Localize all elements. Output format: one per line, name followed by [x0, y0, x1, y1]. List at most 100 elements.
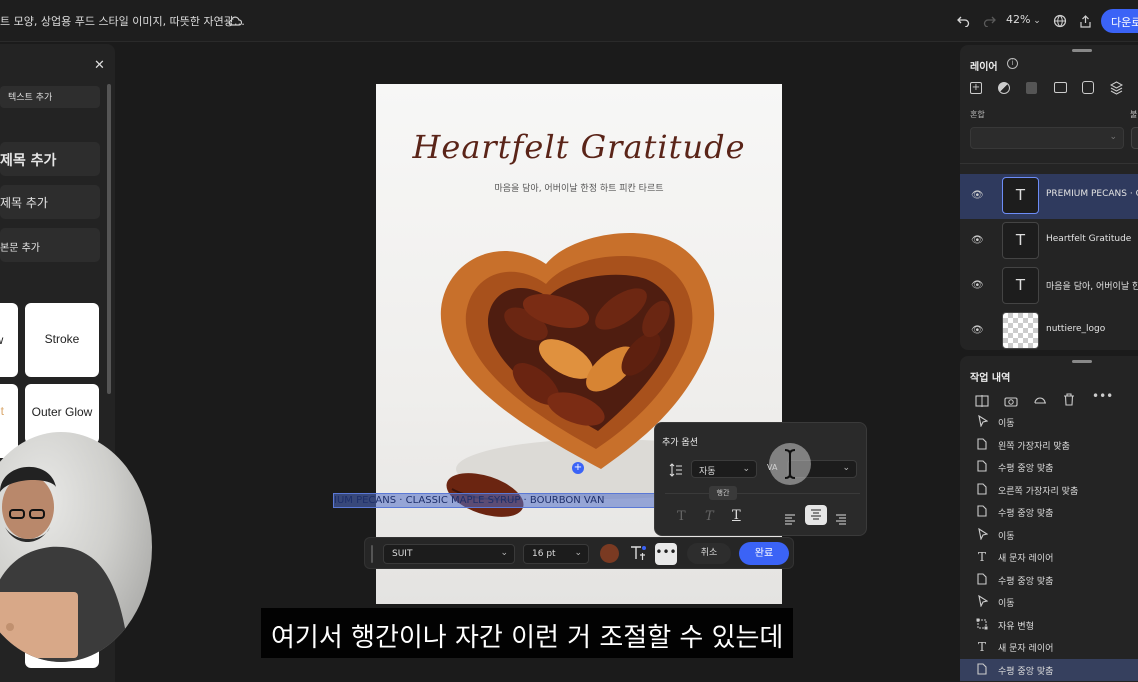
add-body-button[interactable]: 본문 추가: [0, 228, 100, 262]
layer-row[interactable]: 👁 T 마음을 담아, 어버이날 한: [960, 264, 1138, 309]
cloud-sync-icon[interactable]: [224, 10, 246, 32]
add-heading-button[interactable]: 제목 추가: [0, 142, 100, 176]
line-spacing-tooltip: 행간: [709, 486, 737, 500]
align-center-button[interactable]: [805, 505, 827, 525]
text-italic-icon[interactable]: T: [705, 509, 714, 524]
mask-icon[interactable]: [1054, 82, 1067, 93]
effect-tile-stroke[interactable]: Stroke: [25, 303, 99, 377]
layer-row[interactable]: 👁 nuttiere_logo: [960, 309, 1138, 354]
history-item-label: 이동: [998, 419, 1015, 429]
panel-grabber[interactable]: [1072, 360, 1092, 363]
document-title[interactable]: 트 모양, 상업용 푸드 스타일 이미지, 따뜻한 자연광…: [0, 13, 245, 29]
more-options-button[interactable]: •••: [655, 543, 677, 565]
line-spacing-select[interactable]: 자동 ⌄: [691, 460, 757, 478]
history-item[interactable]: 자유 변형: [960, 614, 1138, 636]
info-icon[interactable]: i: [1007, 58, 1018, 69]
history-item[interactable]: 이동: [960, 411, 1138, 433]
lock-icon[interactable]: [1026, 82, 1037, 94]
redo-icon[interactable]: [978, 10, 1000, 32]
revert-icon[interactable]: [1033, 392, 1047, 411]
history-item[interactable]: 수평 중앙 맞춤: [960, 501, 1138, 523]
text-style-icon[interactable]: [629, 544, 647, 562]
text-icon: T: [977, 550, 986, 564]
text-color-swatch[interactable]: [600, 544, 619, 563]
cursor-highlight: [769, 443, 811, 485]
layer-row[interactable]: 👁 T PREMIUM PECANS · CL: [960, 174, 1138, 219]
eye-icon[interactable]: 👁: [971, 190, 984, 201]
app-window: 트 모양, 상업용 푸드 스타일 이미지, 따뜻한 자연광… 42% ⌄ 다운로…: [0, 0, 1138, 682]
duplicate-icon[interactable]: [1082, 81, 1094, 94]
move-icon: [975, 527, 989, 543]
font-size-select[interactable]: 16 pt ⌄: [523, 544, 589, 564]
cancel-button[interactable]: 취소: [687, 543, 731, 564]
history-item[interactable]: 수평 중앙 맞춤: [960, 569, 1138, 591]
more-icon[interactable]: •••: [1092, 389, 1113, 403]
history-item[interactable]: 오른쪽 가장자리 맞춤: [960, 479, 1138, 501]
font-family-value: SUIT: [392, 549, 413, 559]
history-item[interactable]: 이동: [960, 524, 1138, 546]
history-item[interactable]: 왼쪽 가장자리 맞춤: [960, 434, 1138, 456]
add-element-icon[interactable]: +: [572, 462, 584, 474]
top-bar: 트 모양, 상업용 푸드 스타일 이미지, 따뜻한 자연광… 42% ⌄ 다운로: [0, 0, 1138, 42]
history-item[interactable]: 수평 중앙 맞춤: [960, 456, 1138, 478]
selected-text-layer[interactable]: IUM PECANS · CLASSIC MAPLE SYRUP · BOURB…: [333, 493, 693, 508]
panel-grabber[interactable]: [1072, 49, 1092, 52]
stack-layers-icon[interactable]: [1109, 80, 1124, 99]
toolbar-drag-handle[interactable]: [371, 545, 373, 563]
history-item-label: 이동: [998, 531, 1015, 542]
align-right-icon[interactable]: [835, 510, 847, 529]
webcam-overlay: [0, 432, 152, 662]
history-item-label: 수평 중앙 맞춤: [998, 464, 1054, 474]
trash-icon[interactable]: [1063, 391, 1075, 410]
history-panel: 작업 내역 ••• 이동 왼쪽 가장자리 맞춤 수평 중앙 맞춤 오른쪽 가장자리 맞…: [960, 356, 1138, 682]
history-item-label: 새 문자 레이어: [998, 644, 1054, 654]
panel-scrollbar[interactable]: [107, 84, 111, 394]
close-icon[interactable]: ✕: [94, 58, 105, 73]
history-item-label: 수평 중앙 맞춤: [998, 576, 1054, 587]
text-normal-icon[interactable]: T: [677, 509, 686, 524]
text-underline-icon[interactable]: T: [732, 508, 741, 523]
history-item-label: 수평 중앙 맞춤: [998, 666, 1054, 677]
font-family-select[interactable]: SUIT ⌄: [383, 544, 515, 564]
share-icon[interactable]: [1074, 10, 1096, 32]
history-item[interactable]: T 새 문자 레이어: [960, 636, 1138, 658]
snapshot-icon[interactable]: [1004, 392, 1018, 411]
eye-icon[interactable]: 👁: [971, 235, 984, 246]
history-item[interactable]: T 새 문자 레이어: [960, 546, 1138, 568]
history-item-label: 수평 중앙 맞춤: [998, 509, 1054, 519]
doc-icon: [975, 460, 989, 475]
history-item[interactable]: 이동: [960, 591, 1138, 613]
download-button[interactable]: 다운로: [1101, 9, 1138, 33]
add-subheading-button[interactable]: 제목 추가: [0, 185, 100, 219]
layer-name: 마음을 담아, 어버이날 한: [1046, 282, 1138, 292]
add-text-button[interactable]: 텍스트 추가: [0, 86, 100, 108]
done-button[interactable]: 완료: [739, 542, 789, 565]
undo-icon[interactable]: [952, 10, 974, 32]
layer-row[interactable]: 👁 T Heartfelt Gratitude: [960, 219, 1138, 264]
layers-panel: 레이어 i + 혼합 불 ⌄ 👁 T PREMIUM PECANS · CL 👁…: [960, 45, 1138, 350]
doc-icon: [975, 505, 989, 520]
line-spacing-icon: [669, 462, 683, 481]
opacity-field[interactable]: [1131, 127, 1138, 149]
eye-icon[interactable]: 👁: [971, 325, 984, 336]
history-item[interactable]: 수평 중앙 맞춤: [960, 658, 1138, 681]
align-left-icon[interactable]: [784, 510, 796, 529]
blend-mode-select[interactable]: ⌄: [970, 127, 1124, 149]
layer-name: nuttiere_logo: [1046, 324, 1106, 334]
translate-icon[interactable]: [1049, 10, 1071, 32]
zoom-chevron-icon[interactable]: ⌄: [1026, 10, 1048, 32]
compare-icon[interactable]: [975, 392, 989, 411]
canvas-title-text[interactable]: Heartfelt Gratitude: [376, 128, 782, 166]
text-layer-thumb-icon: T: [1002, 267, 1039, 304]
canvas-subtitle-text[interactable]: 마음을 담아, 어버이날 한정 하트 피칸 타르트: [376, 181, 782, 194]
effect-tile-shadow[interactable]: w: [0, 303, 18, 377]
extra-options-popup: 추가 옵션 자동 ⌄ VA ⌄ T T T: [654, 422, 867, 536]
chevron-down-icon: ⌄: [500, 548, 508, 558]
eye-icon[interactable]: 👁: [971, 280, 984, 291]
doc-icon: [975, 662, 989, 678]
add-layer-icon[interactable]: +: [970, 82, 982, 94]
history-title: 작업 내역: [970, 373, 1011, 384]
chevron-down-icon: ⌄: [574, 548, 582, 558]
adjustment-icon[interactable]: [998, 82, 1010, 94]
chevron-down-icon: ⌄: [1109, 132, 1117, 142]
